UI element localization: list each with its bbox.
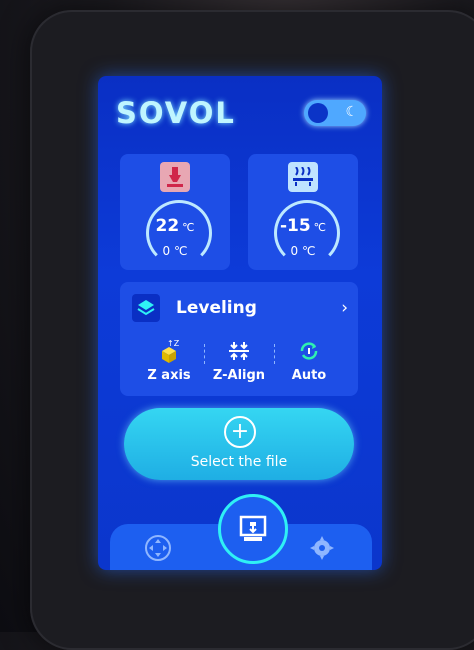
chevron-right-icon[interactable]: › — [341, 298, 348, 318]
auto-level-button[interactable]: Auto — [274, 338, 344, 388]
toggle-knob — [308, 103, 328, 123]
svg-text:↑Z: ↑Z — [167, 339, 180, 348]
leveling-title[interactable]: Leveling — [176, 298, 257, 318]
leveling-icon — [132, 294, 160, 322]
moon-icon: ☾ — [345, 104, 358, 120]
nozzle-current-temp: 22 ℃ — [155, 216, 195, 236]
nozzle-target-temp: 0 ℃ — [162, 244, 188, 258]
auto-label: Auto — [291, 368, 327, 383]
print-button[interactable] — [218, 494, 288, 564]
bed-target-temp: 0 ℃ — [290, 244, 316, 258]
settings-icon[interactable] — [308, 534, 336, 562]
auto-level-icon — [274, 338, 344, 364]
select-file-label: Select the file — [190, 454, 288, 470]
bed-temp-card[interactable]: -15 ℃ 0 ℃ — [248, 154, 358, 270]
bottom-nav — [110, 494, 372, 570]
z-align-icon — [204, 338, 274, 364]
nozzle-temp-card[interactable]: 22 ℃ 0 ℃ — [120, 154, 230, 270]
z-align-button[interactable]: Z-Align — [204, 338, 274, 388]
theme-toggle[interactable]: ☾ — [304, 100, 366, 126]
heated-bed-icon — [288, 162, 318, 192]
z-axis-label: Z axis — [147, 368, 191, 383]
print-icon — [239, 515, 267, 541]
leveling-panel: Leveling › ↑Z Z axis Z-Align Auto — [120, 282, 358, 396]
sovol-logo: SOVOL — [116, 96, 236, 130]
nozzle-icon — [160, 162, 190, 192]
z-axis-icon: ↑Z — [134, 338, 204, 364]
touch-screen: SOVOL ☾ 22 ℃ 0 ℃ -15 ℃ 0 ℃ Leveling › ↑Z… — [98, 76, 382, 570]
bed-current-temp: -15 ℃ — [279, 216, 327, 236]
plus-icon: + — [224, 416, 256, 448]
z-axis-button[interactable]: ↑Z Z axis — [134, 338, 204, 388]
select-file-button[interactable]: + Select the file — [124, 408, 354, 480]
move-icon[interactable] — [144, 534, 172, 562]
z-align-label: Z-Align — [212, 368, 266, 383]
